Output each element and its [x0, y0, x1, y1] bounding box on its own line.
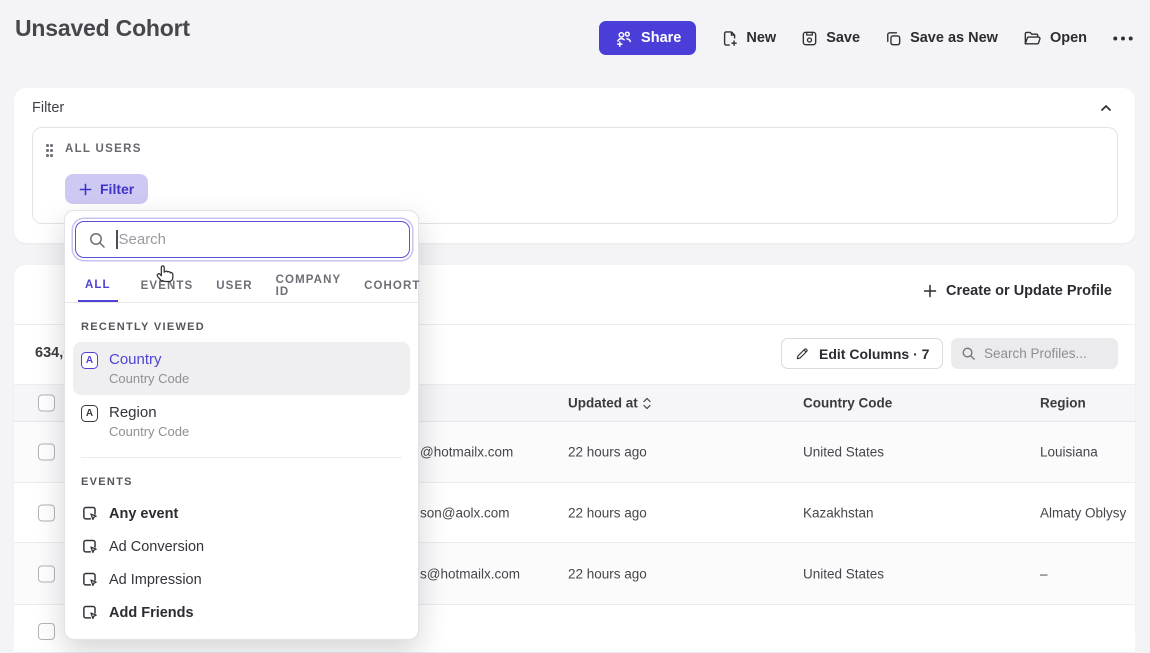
filter-dropdown: Search ALL EVENTS USER COMPANY ID COHORT… — [64, 210, 419, 640]
item-title: Country — [109, 351, 189, 368]
floppy-disk-icon — [801, 30, 818, 47]
tab-all[interactable]: ALL — [78, 270, 118, 302]
save-as-new-button-label: Save as New — [910, 30, 998, 46]
cell-updated-at: 22 hours ago — [568, 445, 647, 460]
open-button-label: Open — [1050, 30, 1087, 46]
create-or-update-profile-button[interactable]: Create or Update Profile — [923, 283, 1112, 299]
item-title: Region — [109, 404, 189, 421]
dropdown-search-input[interactable]: Search — [75, 221, 410, 258]
click-cursor-icon — [81, 505, 98, 522]
region-label: Region — [1040, 396, 1086, 411]
list-item-add-friends[interactable]: Add Friends — [73, 596, 410, 629]
new-button[interactable]: New — [721, 30, 776, 47]
item-title: Any event — [109, 506, 178, 522]
top-action-bar: Share New Save Save as New — [599, 21, 1134, 55]
column-header-region[interactable]: Region — [1040, 396, 1086, 411]
pencil-icon — [795, 346, 810, 361]
share-button[interactable]: Share — [599, 21, 696, 55]
cell-country: United States — [803, 445, 884, 460]
plus-icon — [79, 183, 92, 196]
dropdown-list: RECENTLY VIEWED A Country Country Code A… — [73, 303, 410, 629]
new-button-label: New — [746, 30, 776, 46]
save-button-label: Save — [826, 30, 860, 46]
plus-icon — [923, 284, 937, 298]
tab-company-id[interactable]: COMPANY ID — [276, 270, 341, 302]
recently-viewed-heading: RECENTLY VIEWED — [73, 303, 410, 342]
row-checkbox[interactable] — [38, 504, 55, 521]
click-cursor-icon — [81, 604, 98, 621]
document-plus-icon — [721, 30, 738, 47]
cell-country: United States — [803, 566, 884, 581]
click-cursor-icon — [81, 538, 98, 555]
letter-a-icon: A — [81, 352, 98, 369]
people-plus-icon — [614, 29, 633, 48]
add-filter-button[interactable]: Filter — [65, 174, 148, 204]
more-options-button[interactable] — [1112, 35, 1134, 42]
cell-updated-at: 22 hours ago — [568, 505, 647, 520]
page-title: Unsaved Cohort — [15, 15, 190, 42]
row-checkbox[interactable] — [38, 565, 55, 582]
cell-region: Almaty Oblysy — [1040, 505, 1126, 520]
add-filter-button-label: Filter — [100, 181, 134, 197]
all-users-label: ALL USERS — [65, 143, 142, 155]
search-icon — [88, 231, 106, 249]
cell-country: Kazakhstan — [803, 505, 874, 520]
edit-columns-label: Edit Columns · 7 — [819, 346, 929, 362]
text-caret — [116, 230, 118, 249]
item-subtitle: Country Code — [109, 424, 189, 439]
sort-arrows-icon[interactable] — [643, 397, 651, 409]
row-checkbox[interactable] — [38, 623, 55, 640]
click-cursor-icon — [81, 571, 98, 588]
item-title: Add Friends — [109, 605, 194, 621]
cell-updated-at: 22 hours ago — [568, 566, 647, 581]
select-all-checkbox[interactable] — [38, 395, 55, 412]
item-title: Ad Conversion — [109, 539, 204, 555]
item-subtitle: Country Code — [109, 371, 189, 386]
country-code-label: Country Code — [803, 396, 892, 411]
cell-email: s@hotmailx.com — [420, 566, 520, 581]
dropdown-search-placeholder: Search — [119, 231, 167, 248]
folder-open-icon — [1023, 30, 1042, 47]
list-item-country[interactable]: A Country Country Code — [73, 342, 410, 395]
tab-user[interactable]: USER — [216, 270, 252, 302]
list-item-ad-impression[interactable]: Ad Impression — [73, 563, 410, 596]
dropdown-tabs: ALL EVENTS USER COMPANY ID COHORT — [65, 270, 418, 303]
list-item-any-event[interactable]: Any event — [73, 497, 410, 530]
ellipsis-icon — [1112, 35, 1134, 42]
updated-at-label: Updated at — [568, 396, 638, 411]
search-icon — [961, 346, 976, 361]
create-or-update-profile-label: Create or Update Profile — [946, 283, 1112, 299]
tab-events[interactable]: EVENTS — [141, 270, 194, 302]
edit-columns-button[interactable]: Edit Columns · 7 — [781, 338, 943, 369]
cell-email: @hotmailx.com — [420, 445, 513, 460]
filter-panel-title: Filter — [32, 100, 64, 116]
cell-region: Louisiana — [1040, 445, 1098, 460]
drag-handle-icon[interactable] — [46, 144, 54, 159]
column-header-country-code[interactable]: Country Code — [803, 396, 892, 411]
copy-icon — [885, 30, 902, 47]
save-button[interactable]: Save — [801, 30, 860, 47]
save-as-new-button[interactable]: Save as New — [885, 30, 998, 47]
column-header-updated-at[interactable]: Updated at — [568, 396, 651, 411]
events-heading: EVENTS — [73, 458, 410, 497]
list-item-region[interactable]: A Region Country Code — [73, 395, 410, 448]
profiles-search — [951, 338, 1118, 369]
share-button-label: Share — [641, 30, 681, 46]
collapse-chevron-up-icon[interactable] — [1099, 101, 1113, 115]
open-button[interactable]: Open — [1023, 30, 1087, 47]
cell-region: – — [1040, 566, 1048, 581]
list-item-ad-conversion[interactable]: Ad Conversion — [73, 530, 410, 563]
item-title: Ad Impression — [109, 572, 202, 588]
cell-email: son@aolx.com — [420, 505, 510, 520]
tab-cohort[interactable]: COHORT — [364, 270, 420, 302]
row-checkbox[interactable] — [38, 444, 55, 461]
profiles-search-input[interactable] — [984, 346, 1104, 361]
letter-a-icon: A — [81, 405, 98, 422]
